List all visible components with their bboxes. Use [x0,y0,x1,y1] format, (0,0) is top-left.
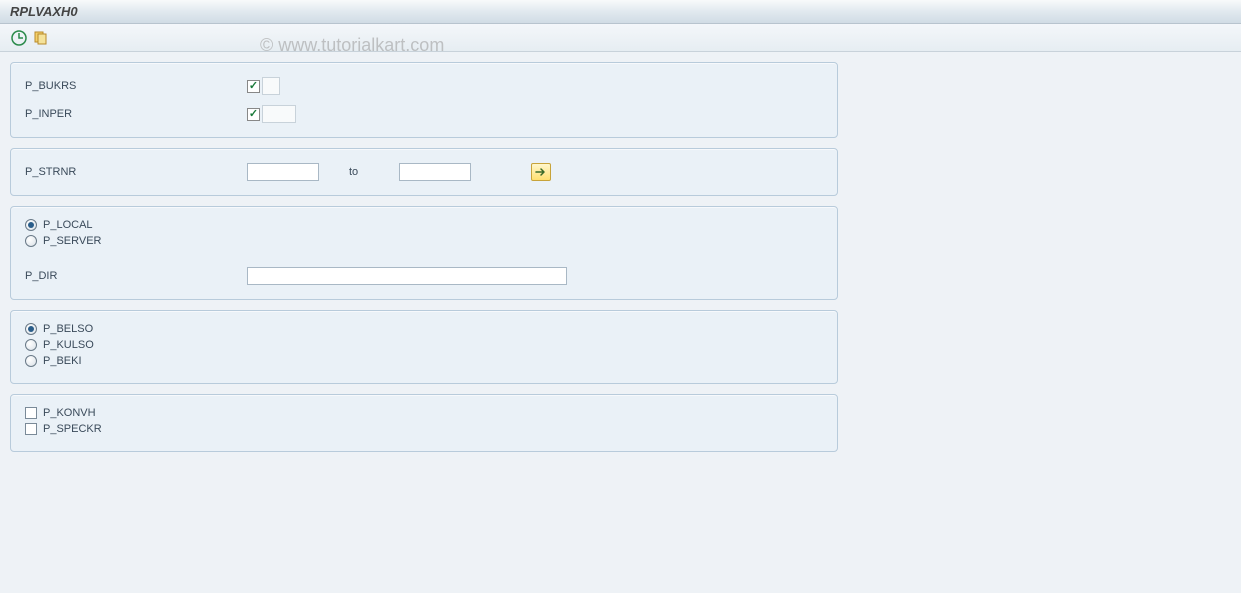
multiple-selection-button[interactable] [531,163,551,181]
p-belso-label: P_BELSO [43,323,93,335]
p-speckr-checkbox[interactable] [25,423,37,435]
p-server-radio[interactable] [25,235,37,247]
p-kulso-radio[interactable] [25,339,37,351]
group-konvh-speckr: P_KONVH P_SPECKR [10,394,838,452]
p-speckr-label: P_SPECKR [43,423,102,435]
p-beki-radio[interactable] [25,355,37,367]
p-local-label: P_LOCAL [43,219,93,231]
execute-icon[interactable] [10,29,28,47]
window-title: RPLVAXH0 [0,0,1241,24]
p-dir-input[interactable] [247,267,567,285]
group-file-location: P_LOCAL P_SERVER P_DIR [10,206,838,300]
radio-row-beki[interactable]: P_BEKI [25,355,823,367]
group-belso-kulso: P_BELSO P_KULSO P_BEKI [10,310,838,384]
radio-row-local[interactable]: P_LOCAL [25,219,823,231]
p-beki-label: P_BEKI [43,355,82,367]
p-konvh-label: P_KONVH [43,407,96,419]
check-row-konvh[interactable]: P_KONVH [25,407,823,419]
p-konvh-checkbox[interactable] [25,407,37,419]
application-toolbar [0,24,1241,52]
p-dir-label: P_DIR [25,270,247,282]
get-variant-icon[interactable] [32,29,50,47]
p-inper-label: P_INPER [25,108,247,120]
radio-row-belso[interactable]: P_BELSO [25,323,823,335]
check-row-speckr[interactable]: P_SPECKR [25,423,823,435]
p-bukrs-label: P_BUKRS [25,80,247,92]
p-inper-field[interactable] [262,105,296,123]
p-strnr-label: P_STRNR [25,166,247,178]
p-kulso-label: P_KULSO [43,339,94,351]
range-to-label: to [349,166,369,178]
p-server-label: P_SERVER [43,235,102,247]
radio-row-kulso[interactable]: P_KULSO [25,339,823,351]
p-bukrs-checkbox[interactable] [247,80,260,93]
p-local-radio[interactable] [25,219,37,231]
p-bukrs-field[interactable] [262,77,280,95]
radio-row-server[interactable]: P_SERVER [25,235,823,247]
selection-screen: P_BUKRS P_INPER P_STRNR to [0,52,1241,472]
p-strnr-to-input[interactable] [399,163,471,181]
group-strnr-range: P_STRNR to [10,148,838,196]
p-belso-radio[interactable] [25,323,37,335]
p-inper-checkbox[interactable] [247,108,260,121]
group-company-period: P_BUKRS P_INPER [10,62,838,138]
p-strnr-from-input[interactable] [247,163,319,181]
